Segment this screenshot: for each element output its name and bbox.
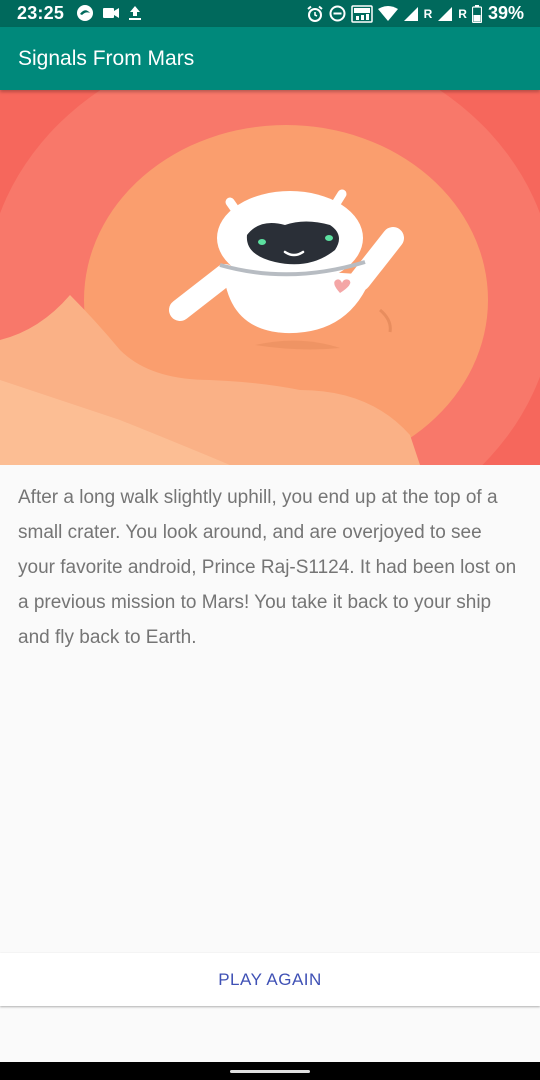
battery-percent: 39% bbox=[487, 3, 524, 23]
browser-icon bbox=[76, 4, 94, 22]
status-time: 23:25 bbox=[17, 3, 65, 23]
android-robot-on-mars-illustration bbox=[0, 90, 540, 465]
home-gesture-handle[interactable] bbox=[230, 1070, 310, 1073]
signal-icon bbox=[437, 6, 453, 22]
status-right-icons: R R 39% bbox=[306, 3, 524, 24]
story-text: After a long walk slightly uphill, you e… bbox=[18, 487, 517, 648]
upload-icon bbox=[128, 5, 142, 21]
wifi-icon bbox=[377, 5, 398, 22]
play-again-button[interactable]: PLAY AGAIN bbox=[0, 953, 540, 1006]
app-bar: Signals From Mars bbox=[0, 27, 540, 90]
app-title: Signals From Mars bbox=[18, 47, 195, 70]
network-label: R bbox=[458, 6, 467, 21]
do-not-disturb-icon bbox=[329, 5, 346, 22]
volte-icon bbox=[350, 4, 373, 23]
network-label: R bbox=[423, 6, 433, 21]
signal-icon bbox=[403, 6, 419, 22]
alarm-icon bbox=[306, 5, 324, 23]
battery-icon bbox=[471, 4, 482, 23]
video-camera-icon bbox=[102, 6, 120, 20]
navigation-bar bbox=[0, 1062, 540, 1080]
status-left-icons bbox=[76, 4, 142, 22]
status-bar: 23:25 R R 39% bbox=[0, 0, 540, 27]
play-again-label: PLAY AGAIN bbox=[218, 970, 322, 989]
hero-illustration bbox=[0, 90, 540, 465]
screen: 23:25 R R 39% Signals From Mars After a … bbox=[0, 0, 540, 1080]
